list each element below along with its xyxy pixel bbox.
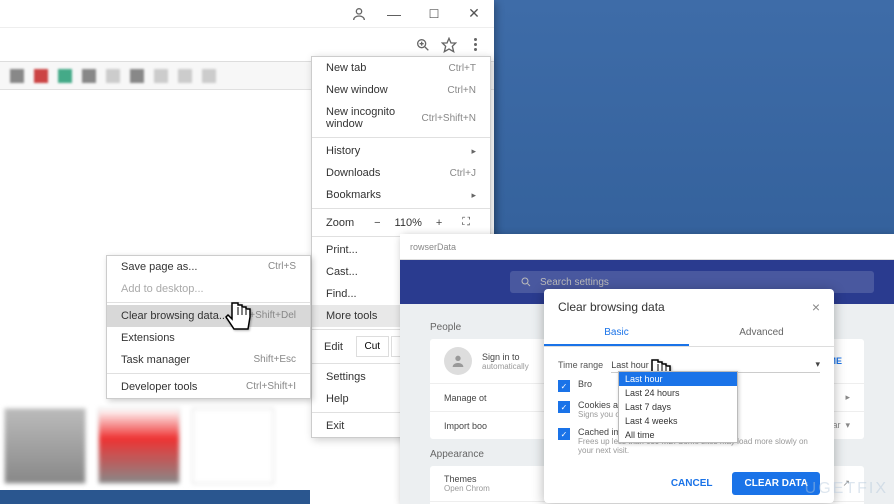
thumbnail-tile[interactable] <box>98 408 180 484</box>
checkbox-icon[interactable]: ✓ <box>558 380 570 392</box>
shortcut-thumbnails <box>0 408 278 484</box>
bookmark-item[interactable] <box>202 69 216 83</box>
avatar-icon <box>444 347 472 375</box>
bookmark-item[interactable] <box>34 69 48 83</box>
submenu-extensions[interactable]: Extensions <box>107 327 310 349</box>
checkbox-icon[interactable]: ✓ <box>558 401 570 413</box>
watermark: UGETFIX <box>805 480 888 498</box>
bookmark-item[interactable] <box>106 69 120 83</box>
dialog-title: Clear browsing data <box>558 300 665 314</box>
chevron-right-icon: ▸ <box>845 392 850 403</box>
dropdown-option[interactable]: Last hour <box>619 372 737 386</box>
minimize-button[interactable]: — <box>374 0 414 28</box>
bookmark-item[interactable] <box>82 69 96 83</box>
clear-browsing-data-dialog: Clear browsing data × Basic Advanced Tim… <box>544 289 834 503</box>
fullscreen-icon[interactable]: ⛶ <box>456 216 476 229</box>
cancel-button[interactable]: CANCEL <box>659 472 725 495</box>
bookmark-item[interactable] <box>130 69 144 83</box>
close-button[interactable]: ✕ <box>454 0 494 28</box>
maximize-button[interactable]: ☐ <box>414 0 454 28</box>
zoom-icon[interactable] <box>410 32 436 58</box>
dropdown-option[interactable]: Last 7 days <box>619 400 737 414</box>
settings-url-bar: rowserData <box>400 234 894 260</box>
menu-history[interactable]: History▸ <box>312 140 490 162</box>
title-bar: — ☐ ✕ <box>0 0 494 28</box>
checkbox-icon[interactable]: ✓ <box>558 428 570 440</box>
menu-zoom: Zoom −110%+⛶ <box>312 211 490 234</box>
cut-button[interactable]: Cut <box>356 336 390 357</box>
submenu-task-manager[interactable]: Task managerShift+Esc <box>107 349 310 371</box>
submenu-save-page[interactable]: Save page as...Ctrl+S <box>107 256 310 278</box>
user-avatar-icon[interactable] <box>344 0 374 28</box>
zoom-in-button[interactable]: + <box>430 217 448 229</box>
chevron-right-icon: ▸ <box>471 190 476 201</box>
menu-bookmarks[interactable]: Bookmarks▸ <box>312 184 490 206</box>
caret-down-icon: ▾ <box>815 359 820 370</box>
more-tools-submenu: Save page as...Ctrl+S Add to desktop... … <box>106 255 311 399</box>
menu-downloads[interactable]: DownloadsCtrl+J <box>312 162 490 184</box>
tab-advanced[interactable]: Advanced <box>689 321 834 346</box>
bookmark-item[interactable] <box>58 69 72 83</box>
submenu-developer-tools[interactable]: Developer toolsCtrl+Shift+I <box>107 376 310 398</box>
zoom-value: 110% <box>395 217 422 229</box>
menu-new-window[interactable]: New windowCtrl+N <box>312 79 490 101</box>
dialog-tabs: Basic Advanced <box>544 321 834 347</box>
time-range-dropdown: Last hour Last 24 hours Last 7 days Last… <box>618 371 738 443</box>
bookmark-item[interactable] <box>178 69 192 83</box>
submenu-add-to-desktop: Add to desktop... <box>107 278 310 300</box>
submenu-clear-browsing-data[interactable]: Clear browsing data...Ctrl+Shift+Del <box>107 305 310 327</box>
thumbnail-tile[interactable] <box>192 408 274 484</box>
chevron-right-icon: ▸ <box>471 146 476 157</box>
dropdown-option[interactable]: Last 24 hours <box>619 386 737 400</box>
menu-new-incognito[interactable]: New incognito windowCtrl+Shift+N <box>312 101 490 135</box>
bookmark-item[interactable] <box>10 69 24 83</box>
time-range-label: Time range <box>558 360 603 370</box>
taskbar <box>0 490 310 504</box>
dropdown-option[interactable]: All time <box>619 428 737 442</box>
menu-new-tab[interactable]: New tabCtrl+T <box>312 57 490 79</box>
bookmark-item[interactable] <box>154 69 168 83</box>
more-menu-icon[interactable] <box>462 32 488 58</box>
dialog-close-button[interactable]: × <box>812 299 820 315</box>
thumbnail-tile[interactable] <box>4 408 86 484</box>
star-icon[interactable] <box>436 32 462 58</box>
search-icon <box>520 276 532 288</box>
tab-basic[interactable]: Basic <box>544 321 689 346</box>
dropdown-option[interactable]: Last 4 weeks <box>619 414 737 428</box>
zoom-out-button[interactable]: − <box>368 217 386 229</box>
